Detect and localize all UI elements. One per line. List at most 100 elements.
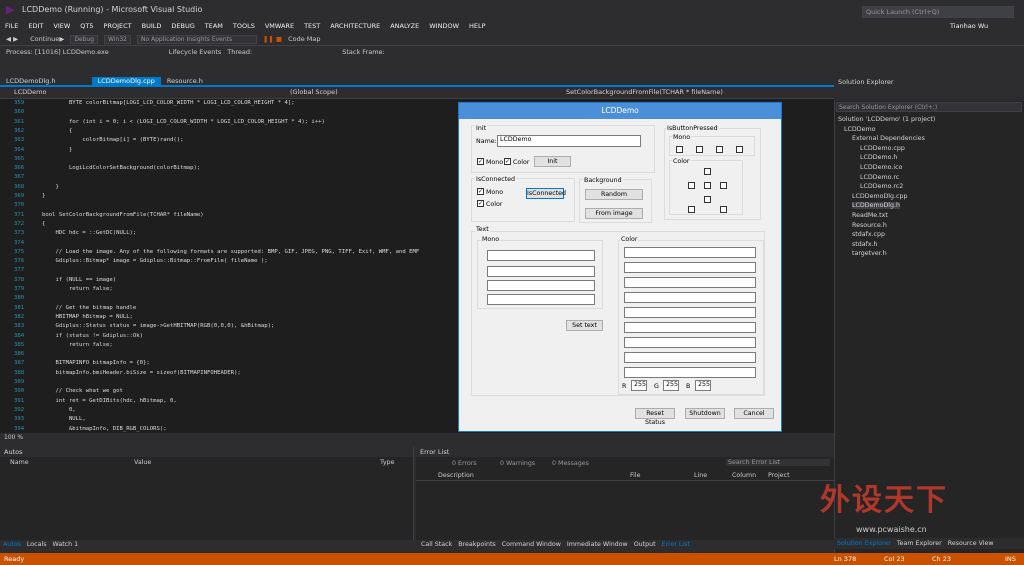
mono-checkbox[interactable]: ✓ [477, 158, 484, 165]
color-line-input[interactable] [624, 262, 756, 273]
solution-item[interactable]: Solution 'LCDDemo' (1 project) [838, 116, 935, 123]
continue-button[interactable]: ▶ Continue [24, 33, 64, 46]
menu-item-edit[interactable]: EDIT [23, 20, 48, 32]
back-icon[interactable]: ◀ ▶ [6, 33, 18, 46]
insights-select[interactable]: No Application Insights Events [136, 35, 257, 44]
menu-item-architecture[interactable]: ARCHITECTURE [325, 20, 385, 32]
quick-launch-input[interactable]: Quick Launch (Ctrl+Q) [862, 6, 1014, 18]
cancel-button[interactable]: Cancel [734, 408, 774, 419]
menu-item-file[interactable]: FILE [0, 20, 23, 32]
pause-icon[interactable]: ❚❚ ■ [263, 33, 282, 46]
solution-item[interactable]: LCDDemo.h [860, 154, 897, 161]
color-line-input[interactable] [624, 292, 756, 303]
solution-tab[interactable]: Solution Explorer [834, 538, 894, 549]
color-line-input[interactable] [624, 337, 756, 348]
name-input[interactable]: LCDDemo [497, 135, 641, 147]
b-input[interactable]: 255 [695, 380, 711, 391]
menu-item-qt5[interactable]: QT5 [75, 20, 98, 32]
solution-item[interactable]: LCDDemo [844, 126, 875, 133]
member-nav[interactable]: SetColorBackgroundFromFile(TCHAR * fileN… [566, 88, 723, 96]
solution-item[interactable]: Resource.h [852, 222, 887, 229]
autos-value-header[interactable]: Value [134, 459, 151, 466]
errors-filter[interactable]: 0 Errors [452, 460, 477, 467]
g-input[interactable]: 255 [663, 380, 679, 391]
menu-item-build[interactable]: BUILD [137, 20, 167, 32]
project-nav[interactable]: LCDDemo [14, 88, 46, 96]
error-column-header[interactable]: Description [438, 472, 474, 479]
solution-item[interactable]: LCDDemo.cpp [860, 145, 905, 152]
solution-item[interactable]: ReadMe.txt [852, 212, 888, 219]
error-column-header[interactable]: Project [768, 472, 790, 479]
error-column-header[interactable]: File [630, 472, 641, 479]
error-column-header[interactable]: Line [694, 472, 707, 479]
code-map-button[interactable]: Code Map [288, 33, 320, 46]
autos-name-header[interactable]: Name [10, 459, 29, 466]
color-line-input[interactable] [624, 367, 756, 378]
menu-item-window[interactable]: WINDOW [424, 20, 464, 32]
mono-line-4-input[interactable] [487, 294, 595, 305]
messages-filter[interactable]: 0 Messages [552, 460, 589, 467]
debug-tab[interactable]: Autos [0, 540, 24, 550]
debug-tab[interactable]: Watch 1 [50, 540, 82, 550]
solution-tab[interactable]: Resource View [945, 538, 997, 549]
isconnected-button[interactable]: IsConnected [526, 188, 566, 199]
menu-item-analyze[interactable]: ANALYZE [385, 20, 424, 32]
color-checkbox[interactable]: ✓ [504, 158, 511, 165]
connected-mono-checkbox[interactable]: ✓ [477, 188, 484, 195]
menu-item-test[interactable]: TEST [299, 20, 325, 32]
init-button[interactable]: Init [534, 156, 571, 167]
solution-item[interactable]: LCDDemoDlg.h [852, 202, 901, 210]
r-input[interactable]: 255 [631, 380, 647, 391]
scope-nav[interactable]: (Global Scope) [290, 88, 338, 96]
menu-item-vmware[interactable]: VMWARE [260, 20, 299, 32]
solution-item[interactable]: stdafx.cpp [852, 231, 885, 238]
menu-item-view[interactable]: VIEW [48, 20, 75, 32]
connected-color-checkbox[interactable]: ✓ [477, 200, 484, 207]
warnings-filter[interactable]: 0 Warnings [500, 460, 535, 467]
menu-item-team[interactable]: TEAM [200, 20, 228, 32]
tab-lcddemodlg-h[interactable]: LCDDemoDlg.h [0, 77, 62, 86]
menu-item-help[interactable]: HELP [464, 20, 491, 32]
solution-item[interactable]: stdafx.h [852, 241, 878, 248]
output-tab[interactable]: Output [631, 540, 659, 550]
set-text-button[interactable]: Set text [566, 320, 603, 331]
color-line-input[interactable] [624, 307, 756, 318]
error-column-header[interactable]: Column [732, 472, 756, 479]
output-tab[interactable]: Command Window [499, 540, 564, 550]
color-line-input[interactable] [624, 247, 756, 258]
tab-resource-h[interactable]: Resource.h [161, 77, 209, 86]
mono-line-2-input[interactable] [487, 266, 595, 277]
lifecycle-events[interactable]: Lifecycle Events [169, 46, 222, 59]
output-tab[interactable]: Error List [659, 540, 693, 550]
platform-select[interactable]: Win32 [104, 35, 131, 44]
shutdown-button[interactable]: Shutdown [685, 408, 725, 419]
random-button[interactable]: Random [585, 189, 643, 200]
solution-item[interactable]: LCDDemo.rc2 [860, 183, 903, 190]
solution-item[interactable]: LCDDemoDlg.cpp [852, 193, 908, 200]
solution-tab[interactable]: Team Explorer [894, 538, 945, 549]
color-line-input[interactable] [624, 277, 756, 288]
solution-item[interactable]: External Dependencies [852, 135, 925, 142]
mono-line-3-input[interactable] [487, 280, 595, 291]
menu-item-debug[interactable]: DEBUG [166, 20, 199, 32]
menu-item-tools[interactable]: TOOLS [228, 20, 260, 32]
tab-lcddemodlg-cpp[interactable]: LCDDemoDlg.cpp [91, 77, 161, 86]
error-search-input[interactable]: Search Error List [726, 459, 830, 466]
output-tab[interactable]: Breakpoints [455, 540, 499, 550]
process-select[interactable]: Process: [11016] LCDDemo.exe [6, 46, 109, 59]
user-name[interactable]: Tianhao Wu [950, 22, 988, 30]
output-tab[interactable]: Immediate Window [564, 540, 631, 550]
solution-search-input[interactable]: Search Solution Explorer (Ctrl+;) [836, 102, 1022, 112]
solution-item[interactable]: targetver.h [852, 250, 887, 257]
autos-type-header[interactable]: Type [380, 459, 394, 466]
configuration-select[interactable]: Debug [70, 35, 99, 44]
color-line-input[interactable] [624, 352, 756, 363]
color-line-input[interactable] [624, 322, 756, 333]
solution-item[interactable]: LCDDemo.rc [860, 174, 899, 181]
debug-tab[interactable]: Locals [24, 540, 50, 550]
menu-item-project[interactable]: PROJECT [99, 20, 137, 32]
zoom-level[interactable]: 100 % [0, 433, 834, 443]
reset-status-button[interactable]: Reset Status [635, 408, 675, 426]
mono-line-1-input[interactable] [487, 250, 595, 261]
solution-item[interactable]: LCDDemo.ico [860, 164, 902, 171]
